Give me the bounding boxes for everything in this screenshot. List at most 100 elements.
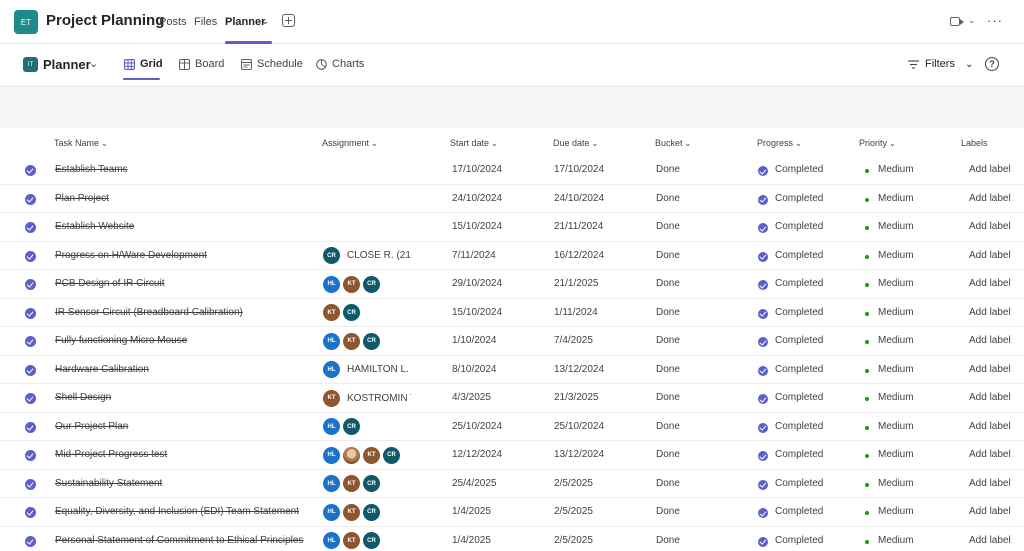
progress-status[interactable]: Completed: [775, 164, 823, 175]
tab-planner[interactable]: Planner: [225, 16, 265, 28]
completed-checkmark-icon[interactable]: [25, 507, 36, 518]
column-header-bucket[interactable]: Bucket ⌄: [655, 138, 691, 148]
tab-grid[interactable]: Grid: [124, 58, 163, 70]
task-name[interactable]: Our Project Plan: [55, 421, 128, 432]
progress-status[interactable]: Completed: [775, 307, 823, 318]
column-header-start-date[interactable]: Start date ⌄: [450, 138, 498, 148]
task-name[interactable]: Establish Website: [55, 221, 134, 232]
bucket[interactable]: Done: [656, 478, 680, 489]
bucket[interactable]: Done: [656, 335, 680, 346]
start-date[interactable]: 1/10/2024: [452, 335, 497, 346]
tab-schedule[interactable]: Schedule: [241, 58, 303, 70]
start-date[interactable]: 12/12/2024: [452, 449, 502, 460]
assignment-cell[interactable]: HL HAMILTON L. (: [323, 361, 411, 379]
priority[interactable]: Medium: [878, 449, 914, 460]
add-label-button[interactable]: Add label: [969, 506, 1011, 517]
start-date[interactable]: 8/10/2024: [452, 364, 497, 375]
start-date[interactable]: 15/10/2024: [452, 307, 502, 318]
bucket[interactable]: Done: [656, 221, 680, 232]
due-date[interactable]: 2/5/2025: [554, 506, 593, 517]
due-date[interactable]: 13/12/2024: [554, 449, 604, 460]
bucket[interactable]: Done: [656, 535, 680, 546]
due-date[interactable]: 1/11/2024: [554, 307, 598, 318]
assignment-cell[interactable]: HL KT CR: [323, 503, 383, 521]
progress-status[interactable]: Completed: [775, 193, 823, 204]
table-row[interactable]: IR Sensor Circuit (Breadboard Calibratio…: [0, 299, 1024, 327]
assignment-cell[interactable]: HL CR: [323, 418, 363, 436]
progress-status[interactable]: Completed: [775, 335, 823, 346]
chevron-down-icon[interactable]: ⌄: [89, 57, 98, 70]
bucket[interactable]: Done: [656, 164, 680, 175]
bucket[interactable]: Done: [656, 506, 680, 517]
assignment-cell[interactable]: HL KT CR: [323, 332, 383, 350]
add-label-button[interactable]: Add label: [969, 250, 1011, 261]
table-row[interactable]: Sustainability Statement HL KT CR 25/4/2025 2…: [0, 470, 1024, 498]
progress-status[interactable]: Completed: [775, 278, 823, 289]
task-name[interactable]: Progress on H/Ware Development: [55, 250, 207, 261]
priority[interactable]: Medium: [878, 164, 914, 175]
start-date[interactable]: 1/4/2025: [452, 506, 491, 517]
column-header-task-name[interactable]: Task Name ⌄: [54, 138, 108, 148]
add-label-button[interactable]: Add label: [969, 364, 1011, 375]
table-row[interactable]: Mid-Project Progress test HL KT CR 12/12/202…: [0, 441, 1024, 470]
priority[interactable]: Medium: [878, 278, 914, 289]
progress-status[interactable]: Completed: [775, 250, 823, 261]
priority[interactable]: Medium: [878, 421, 914, 432]
completed-checkmark-icon[interactable]: [25, 165, 36, 176]
add-label-button[interactable]: Add label: [969, 421, 1011, 432]
add-label-button[interactable]: Add label: [969, 449, 1011, 460]
completed-checkmark-icon[interactable]: [25, 307, 36, 319]
priority[interactable]: Medium: [878, 392, 914, 403]
assignment-cell[interactable]: KT CR: [323, 304, 363, 322]
progress-status[interactable]: Completed: [775, 364, 823, 375]
table-row[interactable]: Plan Project 24/10/2024 24/10/2024 Done Comp…: [0, 185, 1024, 213]
due-date[interactable]: 2/5/2025: [554, 535, 593, 546]
priority[interactable]: Medium: [878, 335, 914, 346]
priority[interactable]: Medium: [878, 506, 914, 517]
priority[interactable]: Medium: [878, 221, 914, 232]
completed-checkmark-icon[interactable]: [25, 336, 36, 347]
chevron-down-icon[interactable]: ⌄: [261, 16, 269, 27]
priority[interactable]: Medium: [878, 250, 914, 261]
filters-button[interactable]: Filters ⌄: [908, 58, 973, 70]
progress-status[interactable]: Completed: [775, 449, 823, 460]
due-date[interactable]: 21/1/2025: [554, 278, 599, 289]
completed-checkmark-icon[interactable]: [25, 393, 36, 404]
column-header-progress[interactable]: Progress ⌄: [757, 138, 802, 148]
task-name[interactable]: Hardware Calibration: [55, 364, 149, 375]
task-name[interactable]: Equality, Diversity, and Inclusion (EDI)…: [55, 506, 299, 517]
add-label-button[interactable]: Add label: [969, 221, 1011, 232]
due-date[interactable]: 21/3/2025: [554, 392, 599, 403]
priority[interactable]: Medium: [878, 478, 914, 489]
task-name[interactable]: PCB Design of IR Circuit: [55, 278, 164, 289]
start-date[interactable]: 25/4/2025: [452, 478, 497, 489]
due-date[interactable]: 2/5/2025: [554, 478, 593, 489]
table-row[interactable]: Establish Website 15/10/2024 21/11/2024 Don…: [0, 213, 1024, 242]
start-date[interactable]: 15/10/2024: [452, 221, 502, 232]
bucket[interactable]: Done: [656, 307, 680, 318]
bucket[interactable]: Done: [656, 250, 680, 261]
task-name[interactable]: Shell Design: [55, 392, 111, 403]
add-label-button[interactable]: Add label: [969, 478, 1011, 489]
due-date[interactable]: 21/11/2024: [554, 221, 603, 232]
bucket[interactable]: Done: [656, 421, 680, 432]
add-label-button[interactable]: Add label: [969, 335, 1011, 346]
assignment-cell[interactable]: HL KT CR: [323, 275, 383, 293]
start-date[interactable]: 24/10/2024: [452, 193, 502, 204]
add-label-button[interactable]: Add label: [969, 535, 1011, 546]
task-name[interactable]: Plan Project: [55, 193, 109, 204]
task-name[interactable]: Sustainability Statement: [55, 478, 162, 489]
progress-status[interactable]: Completed: [775, 221, 823, 232]
due-date[interactable]: 24/10/2024: [554, 193, 604, 204]
due-date[interactable]: 17/10/2024: [554, 164, 604, 175]
table-row[interactable]: Establish Teams 17/10/2024 17/10/2024 Done C…: [0, 156, 1024, 185]
completed-checkmark-icon[interactable]: [25, 250, 36, 262]
bucket[interactable]: Done: [656, 392, 680, 403]
progress-status[interactable]: Completed: [775, 392, 823, 403]
add-label-button[interactable]: Add label: [969, 278, 1011, 289]
table-row[interactable]: Fully functioning Micro Mouse HL KT CR 1/10/…: [0, 327, 1024, 356]
bucket[interactable]: Done: [656, 278, 680, 289]
add-label-button[interactable]: Add label: [969, 164, 1011, 175]
tab-posts[interactable]: Posts: [159, 16, 187, 28]
assignment-cell[interactable]: HL KT CR: [323, 475, 383, 493]
